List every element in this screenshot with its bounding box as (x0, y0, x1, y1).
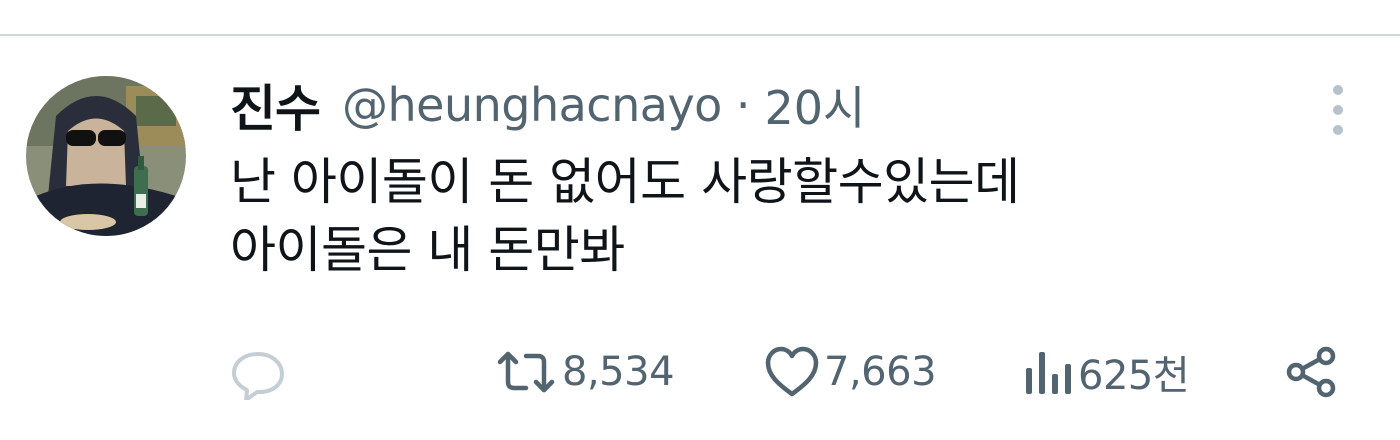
reply-icon (232, 352, 284, 400)
share-icon (1286, 346, 1336, 398)
avatar[interactable] (26, 76, 186, 236)
avatar-photo (26, 76, 186, 236)
user-handle[interactable]: @heunghacnayo (342, 78, 722, 132)
like-count: 7,663 (824, 349, 937, 395)
views-icon (1026, 352, 1071, 394)
heart-icon (765, 346, 819, 397)
top-divider (0, 34, 1400, 36)
more-vertical-icon (1333, 85, 1343, 135)
more-options-button[interactable] (1316, 80, 1360, 140)
retweet-button[interactable]: 8,534 (494, 336, 675, 408)
tweet-text: 난 아이돌이 돈 없어도 사랑할수있는데 아이돌은 내 돈만봐 (230, 148, 1290, 284)
tweet-text-line: 난 아이돌이 돈 없어도 사랑할수있는데 (230, 153, 1020, 211)
action-bar: 8,534 7,663 625천 (0, 336, 1400, 408)
timestamp[interactable]: 20시 (764, 72, 865, 138)
share-button[interactable] (1284, 336, 1340, 408)
retweet-count: 8,534 (562, 349, 675, 395)
separator-dot: · (735, 78, 751, 132)
tweet-header: 진수 @heunghacnayo · 20시 (230, 70, 865, 140)
display-name[interactable]: 진수 (230, 69, 321, 141)
views-count: 625천 (1078, 353, 1190, 399)
retweet-icon (497, 351, 555, 393)
reply-button[interactable] (230, 336, 290, 408)
tweet-text-line: 아이돌은 내 돈만봐 (230, 221, 625, 279)
like-button[interactable]: 7,663 (764, 336, 937, 408)
views-button[interactable]: 625천 (1024, 336, 1190, 408)
